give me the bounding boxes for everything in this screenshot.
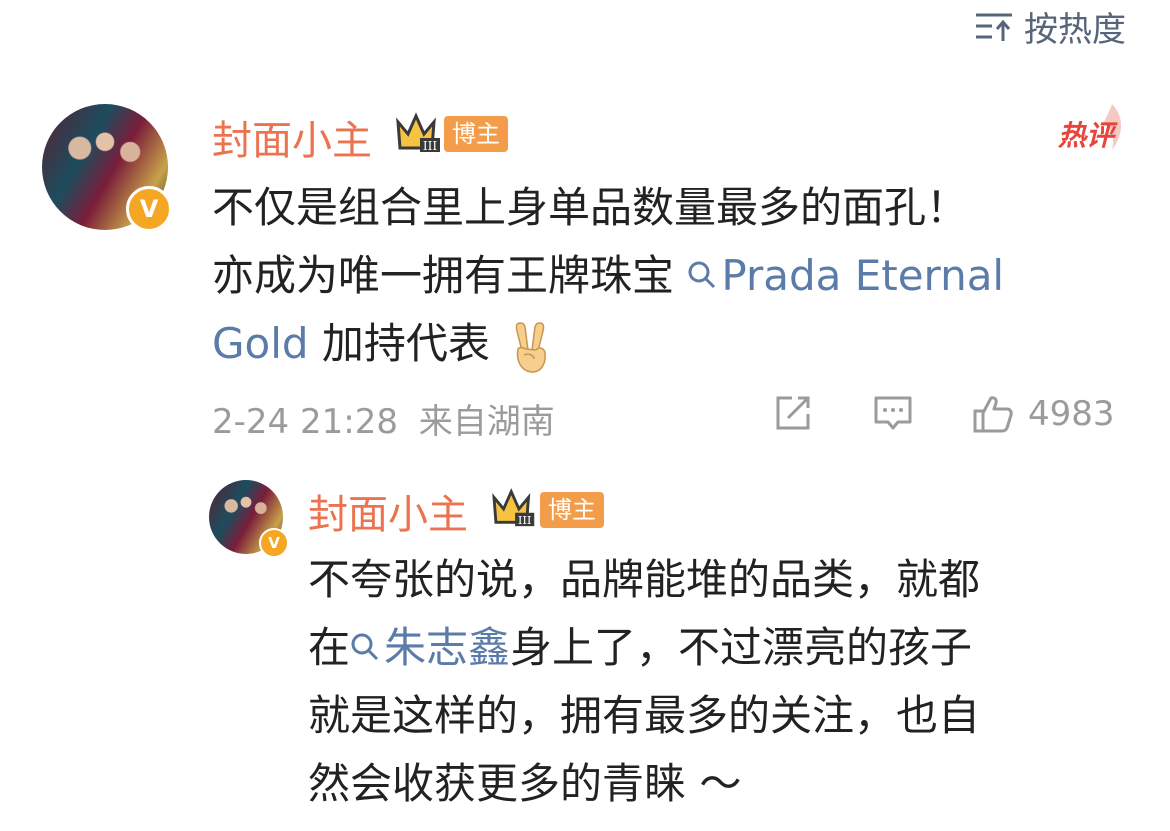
comment-line-2: 亦成为唯一拥有王牌珠宝 Prada Eternal — [212, 251, 1005, 300]
share-icon — [776, 396, 810, 430]
reply-author[interactable]: 封面小主 — [308, 482, 468, 540]
reply-line-4: 然会收获更多的青睐 ～ — [308, 759, 742, 808]
topic-link-prada[interactable]: Prada Eternal — [687, 251, 1004, 300]
sort-by-heat-button[interactable]: 按热度 — [974, 6, 1126, 50]
reply-line-2: 在朱志鑫身上了，不过漂亮的孩子 — [308, 623, 973, 672]
search-icon — [688, 261, 716, 288]
sort-icon — [976, 13, 1012, 41]
comment-icon — [874, 396, 912, 430]
blogger-badge: 博主 — [540, 492, 604, 528]
avatar[interactable]: V — [42, 104, 172, 232]
reply-avatar[interactable]: V — [209, 480, 289, 558]
crown-level-icon: III — [492, 488, 535, 527]
comment-meta: 2-24 21:28 来自湖南 — [212, 394, 555, 443]
like-button[interactable]: 4983 — [972, 392, 1122, 436]
reply-line-3: 就是这样的，拥有最多的关注，也自 — [308, 691, 981, 740]
svg-text:III: III — [518, 513, 532, 527]
comment-text: 不仅是组合里上身单品数量最多的面孔！ 亦成为唯一拥有王牌珠宝 Prada Ete… — [212, 174, 1004, 378]
timestamp: 2-24 21:28 — [212, 402, 398, 442]
hot-comment-badge: 热评 — [1052, 100, 1128, 156]
reply-line-1: 不夸张的说，品牌能堆的品类，就都 — [308, 555, 981, 604]
search-icon — [351, 633, 379, 660]
thumbs-up-icon — [973, 396, 1013, 433]
reply-button[interactable] — [872, 392, 916, 436]
topic-link-person[interactable]: 朱志鑫 — [350, 623, 510, 672]
blogger-badge: 博主 — [444, 116, 508, 152]
share-button[interactable] — [772, 392, 812, 436]
verified-icon: V — [126, 186, 172, 232]
like-count: 4983 — [1028, 394, 1115, 434]
verified-icon: V — [259, 528, 289, 558]
comment-author[interactable]: 封面小主 — [212, 108, 372, 166]
comment-line-3: Gold 加持代表 — [212, 310, 1004, 378]
reply-text: 不夸张的说，品牌能堆的品类，就都 在朱志鑫身上了，不过漂亮的孩子 就是这样的，拥… — [308, 546, 980, 818]
victory-hand-emoji — [515, 321, 546, 373]
hot-comment-label: 热评 — [1058, 119, 1115, 152]
svg-text:III: III — [423, 139, 437, 153]
topic-link-prada-cont[interactable]: Gold — [212, 319, 309, 368]
location: 来自湖南 — [418, 402, 555, 442]
comment-line-1: 不仅是组合里上身单品数量最多的面孔！ — [212, 183, 969, 232]
crown-level-icon: III — [396, 112, 440, 153]
sort-label: 按热度 — [1024, 9, 1126, 50]
